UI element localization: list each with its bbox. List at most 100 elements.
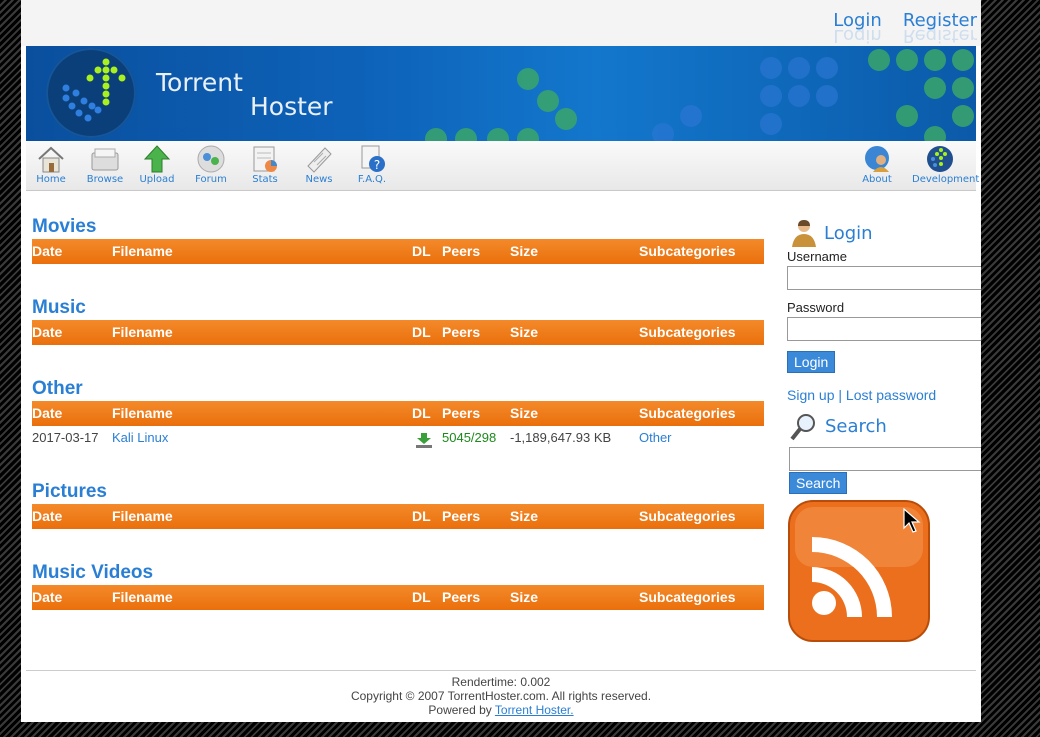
col-peers[interactable]: Peers xyxy=(442,405,480,421)
search-title: Search xyxy=(825,416,887,437)
main-nav: Home Browse Upload Forum Stats News ? F.… xyxy=(26,141,979,191)
page: Login Login Register Register Torrent Host… xyxy=(21,0,981,722)
col-dl: DL xyxy=(412,324,431,340)
password-field[interactable] xyxy=(787,317,981,341)
site-logo[interactable] xyxy=(46,48,136,138)
nav-forum[interactable]: Forum xyxy=(186,144,236,185)
brand-line-2: Hoster xyxy=(250,92,333,121)
col-peers[interactable]: Peers xyxy=(442,589,480,605)
category-title[interactable]: Other xyxy=(32,377,764,401)
row-date: 2017-03-17 xyxy=(32,430,99,445)
col-peers[interactable]: Peers xyxy=(442,324,480,340)
col-date[interactable]: Date xyxy=(32,508,62,524)
subcategory-link[interactable]: Other xyxy=(639,430,672,445)
browse-icon xyxy=(91,148,119,171)
category-title[interactable]: Movies xyxy=(32,215,764,239)
torrent-link[interactable]: Kali Linux xyxy=(112,430,168,445)
category-music-videos: Music Videos Date Filename DL Peers Size… xyxy=(32,561,764,610)
development-icon xyxy=(927,146,953,172)
nav-news[interactable]: News xyxy=(294,144,344,185)
category-title[interactable]: Music Videos xyxy=(32,561,764,585)
col-size[interactable]: Size xyxy=(510,243,538,259)
download-icon xyxy=(416,433,432,448)
search-heading: Search xyxy=(787,411,981,445)
col-peers[interactable]: Peers xyxy=(442,243,480,259)
magnifier-icon xyxy=(790,414,815,441)
category-movies: Movies Date Filename DL Peers Size Subca… xyxy=(32,215,764,264)
category-title[interactable]: Music xyxy=(32,296,764,320)
col-dl: DL xyxy=(412,243,431,259)
category-pictures: Pictures Date Filename DL Peers Size Sub… xyxy=(32,480,764,529)
banner-dots-decoration xyxy=(425,49,974,141)
footer: Rendertime: 0.002 Copyright © 2007 Torre… xyxy=(26,670,976,717)
user-icon xyxy=(792,220,816,247)
col-filename[interactable]: Filename xyxy=(112,405,173,421)
col-size[interactable]: Size xyxy=(510,589,538,605)
rss-feed-button[interactable] xyxy=(787,499,981,647)
category-other: Other Date Filename DL Peers Size Subcat… xyxy=(32,377,764,452)
col-date[interactable]: Date xyxy=(32,243,62,259)
col-subcategories: Subcategories xyxy=(639,508,736,524)
nav-upload[interactable]: Upload xyxy=(132,144,182,185)
table-row: 2017-03-17 Kali Linux 5045/298 -1,189,64… xyxy=(32,426,764,452)
news-icon xyxy=(307,147,332,173)
search-input[interactable] xyxy=(789,447,981,471)
login-button[interactable]: Login xyxy=(787,351,836,373)
copyright: Copyright © 2007 TorrentHoster.com. All … xyxy=(350,689,652,703)
home-icon xyxy=(38,146,64,173)
about-icon xyxy=(865,146,889,172)
nav-browse[interactable]: Browse xyxy=(80,144,130,185)
col-dl: DL xyxy=(412,508,431,524)
mouse-cursor-icon xyxy=(903,508,921,533)
link-separator: | xyxy=(838,387,843,403)
col-filename[interactable]: Filename xyxy=(112,243,173,259)
col-subcategories: Subcategories xyxy=(639,405,736,421)
category-title[interactable]: Pictures xyxy=(32,480,764,504)
username-label: Username xyxy=(787,249,847,264)
table-header: Date Filename DL Peers Size Subcategorie… xyxy=(32,239,764,264)
lost-password-link[interactable]: Lost password xyxy=(846,387,936,403)
nav-about[interactable]: About xyxy=(852,144,902,185)
col-peers[interactable]: Peers xyxy=(442,508,480,524)
col-date[interactable]: Date xyxy=(32,589,62,605)
logo-arrow-icon xyxy=(62,58,126,122)
col-subcategories: Subcategories xyxy=(639,324,736,340)
login-heading: Login xyxy=(787,215,981,249)
col-filename[interactable]: Filename xyxy=(112,324,173,340)
svg-text:?: ? xyxy=(374,158,380,172)
col-size[interactable]: Size xyxy=(510,405,538,421)
top-links: Login Login Register Register xyxy=(817,10,977,46)
search-button[interactable]: Search xyxy=(789,472,848,494)
col-dl: DL xyxy=(412,405,431,421)
table-header: Date Filename DL Peers Size Subcategorie… xyxy=(32,504,764,529)
row-peers: 5045/298 xyxy=(442,430,497,445)
col-filename[interactable]: Filename xyxy=(112,589,173,605)
col-subcategories: Subcategories xyxy=(639,589,736,605)
nav-home[interactable]: Home xyxy=(26,144,76,185)
nav-development[interactable]: Development xyxy=(912,144,979,185)
render-time: Rendertime: 0.002 xyxy=(451,675,551,689)
category-music: Music Date Filename DL Peers Size Subcat… xyxy=(32,296,764,345)
top-login-link[interactable]: Login Login xyxy=(833,10,882,46)
download-button[interactable] xyxy=(415,432,433,451)
nav-faq[interactable]: ? F.A.Q. xyxy=(347,144,397,185)
col-date[interactable]: Date xyxy=(32,324,62,340)
nav-stats[interactable]: Stats xyxy=(240,144,290,185)
col-date[interactable]: Date xyxy=(32,405,62,421)
col-subcategories: Subcategories xyxy=(639,243,736,259)
col-dl: DL xyxy=(412,589,431,605)
powered-by-link[interactable]: Torrent Hoster. xyxy=(495,703,574,717)
signup-link[interactable]: Sign up xyxy=(787,387,834,403)
username-field[interactable] xyxy=(787,266,981,290)
password-label: Password xyxy=(787,300,845,315)
row-size: -1,189,647.93 KB xyxy=(510,430,612,445)
sidebar: Login Username Password Login Sign up | … xyxy=(787,215,981,647)
col-filename[interactable]: Filename xyxy=(112,508,173,524)
table-header: Date Filename DL Peers Size Subcategorie… xyxy=(32,320,764,345)
col-size[interactable]: Size xyxy=(510,508,538,524)
table-header: Date Filename DL Peers Size Subcategorie… xyxy=(32,401,764,426)
site-banner: Torrent Hoster xyxy=(26,46,976,141)
col-size[interactable]: Size xyxy=(510,324,538,340)
top-register-link[interactable]: Register Register xyxy=(903,10,977,46)
powered-by: Powered by Torrent Hoster. xyxy=(428,703,574,717)
